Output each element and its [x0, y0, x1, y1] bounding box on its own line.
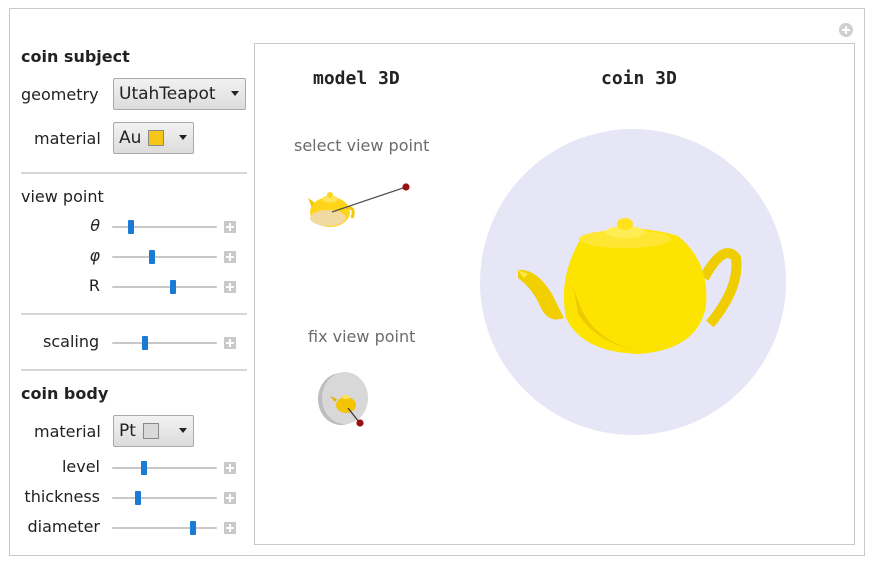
thickness-label: thickness: [24, 487, 100, 506]
fix-view-point-graphic[interactable]: [310, 368, 378, 432]
coin-subject-heading: coin subject: [21, 47, 130, 66]
slider-thumb[interactable]: [148, 250, 155, 264]
coin-body-heading: coin body: [21, 384, 109, 403]
subject-material-dropdown[interactable]: Au: [113, 122, 194, 154]
slider-thumb[interactable]: [169, 280, 176, 294]
mini-teapot-icon: [308, 192, 355, 227]
diameter-label: diameter: [27, 517, 100, 536]
theta-label: θ: [90, 216, 100, 235]
select-view-point-graphic[interactable]: [300, 178, 418, 238]
divider: [21, 172, 247, 174]
view-direction-line: [331, 186, 407, 213]
chevron-down-icon: [179, 135, 187, 140]
phi-slider[interactable]: [112, 250, 217, 264]
diameter-slider[interactable]: [112, 521, 217, 535]
thickness-slider[interactable]: [112, 491, 217, 505]
phi-animate-plus-icon[interactable]: [224, 251, 236, 263]
chevron-down-icon: [179, 428, 187, 433]
divider: [21, 369, 247, 371]
select-view-point-caption: select view point: [294, 136, 430, 155]
body-material-dropdown[interactable]: Pt: [113, 415, 194, 447]
view-point-heading: view point: [21, 187, 104, 206]
slider-thumb[interactable]: [140, 461, 147, 475]
slider-thumb[interactable]: [141, 336, 148, 350]
model-3d-title: model 3D: [313, 68, 400, 89]
theta-slider[interactable]: [112, 220, 217, 234]
gold-swatch-icon: [148, 130, 165, 146]
slider-track: [112, 467, 217, 469]
subject-material-value: Au: [119, 128, 142, 148]
geometry-dropdown[interactable]: UtahTeapot: [113, 78, 246, 110]
level-animate-plus-icon[interactable]: [224, 462, 236, 474]
fix-view-point-caption: fix view point: [308, 327, 416, 346]
slider-track: [112, 342, 217, 344]
slider-thumb[interactable]: [135, 491, 142, 505]
geometry-label: geometry: [21, 85, 99, 104]
slider-track: [112, 256, 217, 258]
view-point-handle[interactable]: [356, 419, 364, 427]
divider: [21, 313, 247, 315]
scaling-slider[interactable]: [112, 336, 217, 350]
slider-thumb[interactable]: [127, 220, 134, 234]
geometry-dropdown-value: UtahTeapot: [119, 84, 216, 104]
expand-options-icon[interactable]: [838, 22, 854, 38]
platinum-swatch-icon: [142, 423, 159, 439]
r-slider[interactable]: [112, 280, 217, 294]
slider-thumb[interactable]: [189, 521, 196, 535]
slider-track: [112, 527, 217, 529]
theta-animate-plus-icon[interactable]: [224, 221, 236, 233]
body-material-label: material: [34, 422, 101, 441]
body-material-value: Pt: [119, 421, 136, 441]
level-label: level: [61, 457, 100, 476]
r-animate-plus-icon[interactable]: [224, 281, 236, 293]
coin-3d-graphic[interactable]: [478, 128, 788, 438]
slider-track: [112, 286, 217, 288]
phi-label: φ: [89, 246, 100, 265]
coin-3d-title: coin 3D: [601, 68, 677, 89]
level-slider[interactable]: [112, 461, 217, 475]
chevron-down-icon: [231, 91, 239, 96]
scaling-label: scaling: [43, 332, 100, 351]
view-point-handle[interactable]: [402, 183, 410, 191]
slider-track: [112, 497, 217, 499]
subject-material-label: material: [34, 129, 101, 148]
r-label: R: [88, 276, 100, 295]
diameter-animate-plus-icon[interactable]: [224, 522, 236, 534]
thickness-animate-plus-icon[interactable]: [224, 492, 236, 504]
scaling-animate-plus-icon[interactable]: [224, 337, 236, 349]
